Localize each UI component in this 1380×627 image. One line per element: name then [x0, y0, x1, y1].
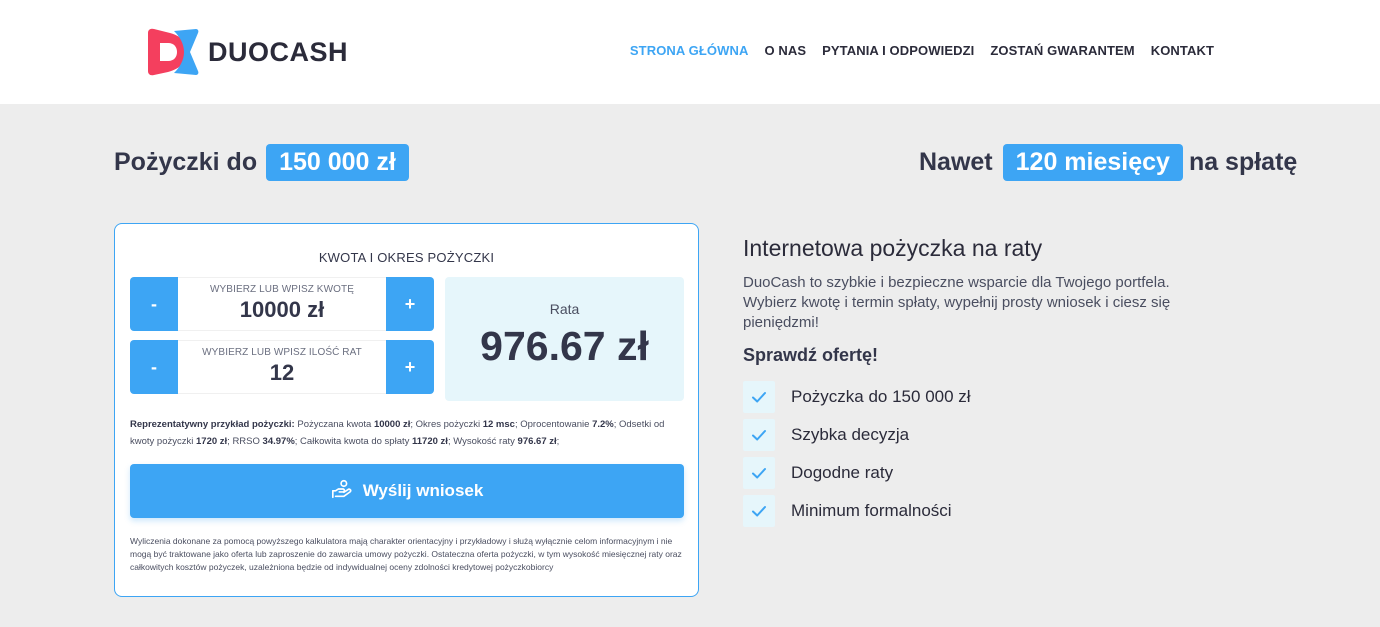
- rep-value: 7.2%: [592, 419, 614, 430]
- nav-about[interactable]: O NAS: [764, 43, 806, 58]
- list-item: Pożyczka do 150 000 zł: [743, 378, 971, 416]
- logo[interactable]: DUOCASH: [144, 27, 348, 77]
- info-subtitle: Sprawdź ofertę!: [743, 345, 879, 365]
- rep-text: ;: [556, 436, 560, 447]
- nav-home[interactable]: STRONA GŁÓWNA: [630, 43, 749, 58]
- headline-amount-prefix: Pożyczki do: [114, 148, 258, 176]
- amount-value[interactable]: 10000 zł: [178, 297, 386, 323]
- check-icon: [743, 495, 775, 527]
- amount-stepper: - WYBIERZ LUB WPISZ KWOTĘ 10000 zł +: [130, 277, 434, 331]
- rep-text: Pożyczana kwota: [294, 419, 374, 430]
- rate-display: Rata 976.67 zł: [445, 277, 684, 401]
- feature-label: Pożyczka do 150 000 zł: [791, 387, 971, 406]
- headline-period-badge: 120 miesięcy: [1002, 144, 1183, 181]
- feature-label: Dogodne raty: [791, 463, 894, 482]
- installments-label: WYBIERZ LUB WPISZ ILOŚĆ RAT: [202, 347, 362, 358]
- rep-value: 11720 zł: [412, 436, 448, 447]
- submit-label: Wyślij wniosek: [362, 481, 484, 500]
- rep-value: 34.97%: [262, 436, 295, 447]
- installments-decrease-button[interactable]: -: [130, 340, 178, 394]
- installments-value[interactable]: 12: [178, 360, 386, 386]
- info-title: Internetowa pożyczka na raty: [743, 235, 1043, 261]
- disclaimer: Wyliczenia dokonane za pomocą powyższego…: [130, 536, 682, 572]
- installments-field[interactable]: WYBIERZ LUB WPISZ ILOŚĆ RAT 12: [178, 340, 386, 394]
- rep-text: ; Oprocentowanie: [514, 419, 593, 430]
- headline-amount: Pożyczki do 150 000 zł: [114, 144, 415, 181]
- amount-label: WYBIERZ LUB WPISZ KWOTĘ: [210, 284, 354, 295]
- logo-icon: [144, 27, 200, 77]
- headline-amount-badge: 150 000 zł: [266, 144, 409, 181]
- submit-application-button[interactable]: Wyślij wniosek: [130, 464, 684, 518]
- feature-list: Pożyczka do 150 000 zł Szybka decyzja Do…: [743, 378, 971, 530]
- nav-contact[interactable]: KONTAKT: [1151, 43, 1214, 58]
- site-header: DUOCASH STRONA GŁÓWNA O NAS PYTANIA I OD…: [0, 0, 1380, 104]
- headline-period: Nawet 120 miesięcy na spłatę: [919, 144, 1297, 181]
- rep-value: 12 msc: [482, 419, 515, 430]
- rep-text: ; Wysokość raty: [447, 436, 518, 447]
- amount-decrease-button[interactable]: -: [130, 277, 178, 331]
- loan-calculator: KWOTA I OKRES POŻYCZKI - WYBIERZ LUB WPI…: [114, 223, 699, 597]
- info-description: DuoCash to szybkie i bezpieczne wsparcie…: [743, 274, 1171, 331]
- headline-period-prefix: Nawet: [919, 148, 993, 176]
- main-nav: STRONA GŁÓWNA O NAS PYTANIA I ODPOWIEDZI…: [630, 43, 1214, 58]
- rep-text: ; Całkowita kwota do spłaty: [294, 436, 413, 447]
- installments-increase-button[interactable]: +: [386, 340, 434, 394]
- rep-value: 1720 zł: [196, 436, 228, 447]
- rep-value: 10000 zł: [373, 419, 411, 430]
- nav-faq[interactable]: PYTANIA I ODPOWIEDZI: [822, 43, 974, 58]
- nav-guarantor[interactable]: ZOSTAŃ GWARANTEM: [990, 43, 1134, 58]
- logo-text: DUOCASH: [208, 36, 349, 67]
- check-icon: [743, 457, 775, 489]
- calculator-title: KWOTA I OKRES POŻYCZKI: [318, 250, 495, 265]
- rep-text: ; RRSO: [227, 436, 263, 447]
- representative-example: Reprezentatywny przykład pożyczki: Pożyc…: [130, 416, 685, 450]
- hand-coins-icon: [331, 478, 353, 505]
- amount-field[interactable]: WYBIERZ LUB WPISZ KWOTĘ 10000 zł: [178, 277, 386, 331]
- rep-lead: Reprezentatywny przykład pożyczki:: [130, 419, 295, 430]
- list-item: Minimum formalności: [743, 492, 971, 530]
- list-item: Dogodne raty: [743, 454, 971, 492]
- list-item: Szybka decyzja: [743, 416, 971, 454]
- rep-value: 976.67 zł: [517, 436, 557, 447]
- rate-value: 976.67 zł: [480, 323, 649, 369]
- feature-label: Szybka decyzja: [791, 425, 910, 444]
- headline-period-suffix: na spłatę: [1188, 148, 1298, 176]
- rep-text: ; Okres pożyczki: [410, 419, 483, 430]
- installments-stepper: - WYBIERZ LUB WPISZ ILOŚĆ RAT 12 +: [130, 340, 434, 394]
- amount-increase-button[interactable]: +: [386, 277, 434, 331]
- rate-label: Rata: [549, 301, 580, 317]
- check-icon: [743, 419, 775, 451]
- feature-label: Minimum formalności: [791, 501, 952, 520]
- check-icon: [743, 381, 775, 413]
